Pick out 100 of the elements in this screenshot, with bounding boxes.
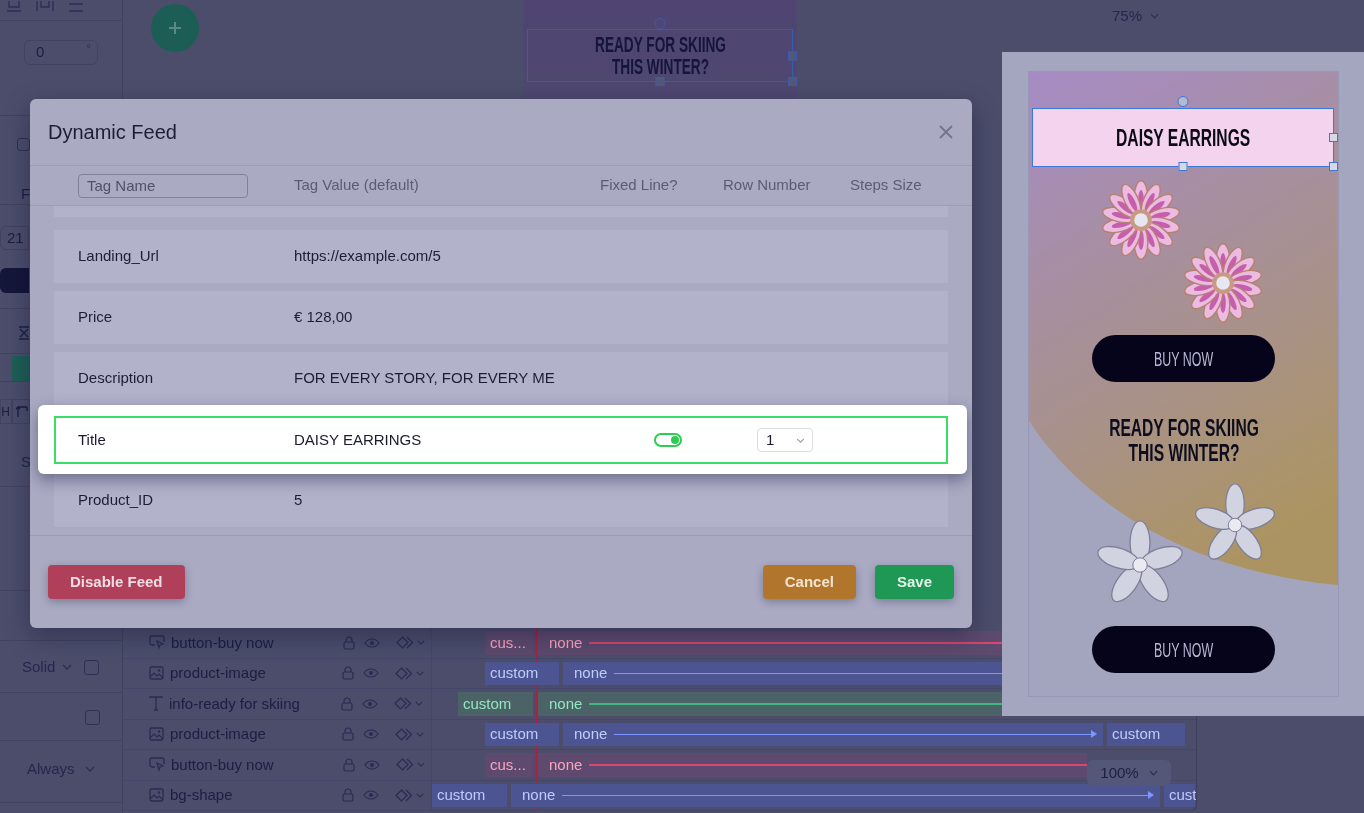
table-cell-text: Price xyxy=(78,307,114,328)
hourglass-icon[interactable] xyxy=(18,326,30,340)
eye-icon[interactable] xyxy=(364,759,380,770)
rotate-handle[interactable] xyxy=(654,18,666,29)
plus-icon xyxy=(168,21,182,35)
diamond-icon[interactable] xyxy=(396,636,414,650)
resize-handle[interactable] xyxy=(788,77,797,86)
bar-label: custom xyxy=(437,786,486,805)
unit-label: ° xyxy=(86,42,91,54)
disable-feed-button[interactable]: Disable Feed xyxy=(48,565,185,599)
layout-icon[interactable] xyxy=(68,1,84,12)
checkbox[interactable] xyxy=(84,659,100,675)
diamond-icon[interactable] xyxy=(395,666,413,680)
checkbox[interactable] xyxy=(85,710,100,725)
chevron-down-icon xyxy=(796,437,805,443)
tag-name-field[interactable]: Tag Name xyxy=(78,173,248,198)
timeline-bar[interactable]: custom xyxy=(485,661,559,685)
row-number-dropdown[interactable]: 1 xyxy=(757,428,813,452)
diamond-icon[interactable] xyxy=(396,758,414,772)
column-header: Fixed Line? xyxy=(600,175,679,196)
resize-handle[interactable] xyxy=(1329,162,1338,171)
column-header: Tag Value (default) xyxy=(294,175,420,196)
eye-icon[interactable] xyxy=(363,668,379,679)
diamond-icon[interactable] xyxy=(395,727,413,741)
ad-headline: READY FOR SKIING THIS WINTER? xyxy=(593,33,727,78)
bar-label: none xyxy=(549,633,583,652)
resize-handle[interactable] xyxy=(655,77,665,86)
timeline-bar[interactable]: none xyxy=(563,722,1103,746)
chevron-down-icon xyxy=(62,664,73,670)
image-icon xyxy=(149,788,164,803)
lock-icon[interactable] xyxy=(342,727,354,742)
bar-label: none xyxy=(574,725,608,744)
corner-arrow-button[interactable] xyxy=(12,399,30,424)
timeline-bar[interactable]: custom xyxy=(432,783,507,807)
chevron-down-icon xyxy=(417,640,425,646)
bar-label: custom xyxy=(490,725,539,744)
resize-handle[interactable] xyxy=(1178,162,1188,171)
layout-icon[interactable] xyxy=(36,1,54,12)
lock-icon[interactable] xyxy=(342,788,354,803)
chevron-down-icon xyxy=(416,731,424,737)
chevron-down-icon xyxy=(416,670,424,676)
style-button[interactable] xyxy=(0,268,29,293)
diamond-icon[interactable] xyxy=(395,788,413,802)
eye-icon[interactable] xyxy=(364,637,380,648)
bar-label: none xyxy=(549,755,583,774)
lock-icon[interactable] xyxy=(343,635,355,650)
chevron-down-icon xyxy=(1150,13,1160,19)
resize-handle[interactable] xyxy=(1329,133,1338,142)
chevron-down-icon xyxy=(84,766,95,772)
zoom-dropdown[interactable]: 100% xyxy=(1087,760,1171,786)
ad-headline: READY FOR SKIING THIS WINTER? xyxy=(1107,415,1260,465)
timeline-bar[interactable]: cus... xyxy=(485,631,533,655)
timeline-bar[interactable]: none xyxy=(511,783,1160,807)
eye-icon[interactable] xyxy=(362,698,378,709)
layout-icon[interactable] xyxy=(6,1,22,12)
column-header: Row Number xyxy=(723,175,812,196)
table-cell-text: Description xyxy=(78,368,155,389)
add-button[interactable] xyxy=(151,4,199,52)
timeline-bar[interactable]: custom xyxy=(458,692,533,716)
timeline-bar[interactable]: custom xyxy=(1107,722,1185,746)
table-cell-text: Landing_Url xyxy=(78,246,160,267)
bar-label: none xyxy=(574,664,608,683)
image-icon xyxy=(149,727,164,742)
table-cell-text: Title xyxy=(78,429,107,450)
bar-label: custom xyxy=(490,664,539,683)
bar-label: none xyxy=(522,786,556,805)
timeline-bar[interactable]: cus... xyxy=(485,753,533,777)
timeline-bar[interactable]: none xyxy=(563,661,1002,685)
save-button[interactable]: Save xyxy=(874,565,954,599)
lock-icon[interactable] xyxy=(342,666,354,681)
lock-icon[interactable] xyxy=(343,757,355,772)
timeline-bar[interactable]: custom xyxy=(485,722,559,746)
chevron-down-icon xyxy=(415,701,423,707)
table-cell-text: € 128,00 xyxy=(294,307,354,328)
timeline-bar[interactable]: none xyxy=(538,692,1002,716)
color-swatch[interactable] xyxy=(12,356,30,381)
toggle-switch[interactable] xyxy=(654,433,682,447)
lock-icon[interactable] xyxy=(341,696,353,711)
bar-label: cus... xyxy=(490,633,526,652)
resize-handle[interactable] xyxy=(788,51,797,60)
rotate-handle[interactable] xyxy=(1177,96,1189,107)
image-icon xyxy=(149,666,164,681)
eye-icon[interactable] xyxy=(363,790,379,801)
buy-now-button[interactable]: BUY NOW xyxy=(1092,626,1275,673)
close-icon[interactable] xyxy=(939,125,953,139)
table-cell-text: DAISY EARRINGS xyxy=(294,429,423,450)
corner-arrow-icon xyxy=(14,405,28,418)
timeline-bar[interactable]: none xyxy=(538,753,1087,777)
timeline-bar[interactable]: none xyxy=(538,631,1002,655)
cursor-box-icon xyxy=(149,635,165,651)
table-cell-text: https://example.com/5 xyxy=(294,246,442,267)
cancel-button[interactable]: Cancel xyxy=(762,565,856,599)
eye-icon[interactable] xyxy=(363,729,379,740)
table-cell-text: FOR EVERY STORY, FOR EVERY ME xyxy=(294,368,556,389)
timeline-bar[interactable]: cust xyxy=(1164,783,1195,807)
buy-now-button[interactable]: BUY NOW xyxy=(1092,335,1275,382)
bar-label: cus... xyxy=(490,755,526,774)
diamond-icon[interactable] xyxy=(394,697,412,711)
table-cell-text: 5 xyxy=(294,490,304,511)
bar-label: none xyxy=(549,694,583,713)
